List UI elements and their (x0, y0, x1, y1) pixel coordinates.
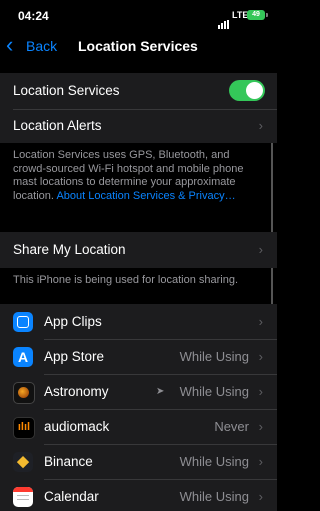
chevron-right-icon: › (258, 384, 263, 399)
binance-icon: ◆ (13, 452, 33, 472)
app-permission: While Using (179, 349, 249, 364)
divider (44, 409, 277, 410)
battery-icon: 49 (247, 10, 265, 20)
app-permission: While Using (179, 489, 249, 504)
location-alerts-label[interactable]: Location Alerts (13, 118, 102, 133)
app-name[interactable]: Astronomy (44, 384, 109, 399)
toggle-knob (246, 82, 263, 99)
signal-icon (218, 11, 230, 29)
chevron-right-icon: › (258, 242, 263, 257)
app-permission: While Using (179, 454, 249, 469)
app-name[interactable]: App Clips (44, 314, 102, 329)
app-name[interactable]: Calendar (44, 489, 99, 504)
chevron-right-icon: › (258, 314, 263, 329)
audiomack-icon: ılıl (13, 417, 35, 439)
share-my-location-row[interactable]: Share My Location › (0, 232, 277, 268)
back-chevron-icon[interactable]: ‹ (6, 34, 13, 56)
chevron-right-icon: › (258, 419, 263, 434)
chevron-right-icon: › (258, 118, 263, 133)
back-button[interactable]: Back (26, 38, 57, 54)
divider (44, 444, 277, 445)
privacy-link[interactable]: About Location Services & Privacy… (56, 190, 235, 202)
app-name[interactable]: Binance (44, 454, 93, 469)
app-name[interactable]: audiomack (44, 419, 109, 434)
calendar-icon (13, 487, 33, 507)
sharing-note: This iPhone is being used for location s… (13, 274, 239, 286)
divider (44, 339, 277, 340)
location-description: Location Services uses GPS, Bluetooth, a… (13, 149, 265, 203)
chevron-right-icon: › (258, 349, 263, 364)
network-label: LTE (232, 10, 249, 20)
app-name[interactable]: App Store (44, 349, 104, 364)
divider (44, 479, 277, 480)
chevron-right-icon: › (258, 454, 263, 469)
app-clips-icon (13, 312, 33, 332)
app-permission: Never (214, 419, 249, 434)
chevron-right-icon: › (258, 489, 263, 504)
battery-tip (266, 13, 268, 17)
share-my-location-label: Share My Location (13, 242, 126, 257)
page-title: Location Services (78, 38, 198, 54)
status-time: 04:24 (18, 9, 49, 23)
app-store-icon: A (13, 347, 33, 367)
divider (44, 374, 277, 375)
location-services-label: Location Services (13, 83, 120, 98)
divider (13, 109, 277, 110)
astronomy-icon (13, 382, 35, 404)
location-arrow-icon: ➤ (156, 386, 165, 397)
apps-list: App Clips › A App Store While Using › As… (0, 304, 277, 511)
location-services-toggle[interactable] (229, 80, 265, 101)
app-permission: While Using (179, 384, 249, 399)
